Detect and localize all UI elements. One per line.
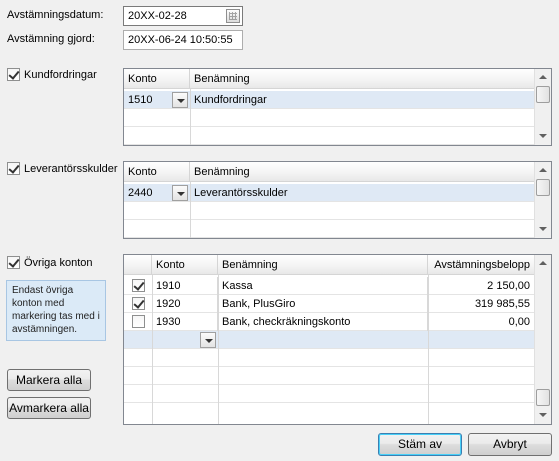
- table-row[interactable]: 1930 Bank, checkräkningskonto 0,00: [124, 313, 534, 331]
- column-divider: [218, 275, 219, 424]
- belopp-cell[interactable]: 2 150,00: [428, 277, 534, 295]
- scroll-down-icon[interactable]: [535, 221, 551, 238]
- column-header-benamning[interactable]: Benämning: [190, 69, 534, 89]
- table-row: [124, 109, 534, 127]
- table-row: [124, 127, 534, 145]
- benamning-cell: Bank, PlusGiro: [218, 295, 428, 313]
- table-row: [124, 220, 534, 238]
- column-divider: [152, 275, 153, 424]
- table-row: [124, 349, 534, 367]
- grid-header: Konto Benämning: [124, 162, 534, 182]
- column-divider: [190, 89, 191, 145]
- table-row: [124, 403, 534, 421]
- column-header-benamning[interactable]: Benämning: [218, 255, 428, 275]
- scroll-thumb[interactable]: [536, 86, 550, 103]
- column-header-konto[interactable]: Konto: [152, 255, 218, 275]
- konto-cell[interactable]: 1510: [124, 91, 172, 109]
- mark-all-button[interactable]: Markera alla: [7, 369, 91, 391]
- column-header-konto[interactable]: Konto: [124, 69, 190, 89]
- scrollbar[interactable]: [534, 162, 551, 238]
- scroll-up-icon[interactable]: [535, 69, 551, 86]
- benamning-cell: Bank, checkräkningskonto: [218, 313, 428, 331]
- unmark-all-button[interactable]: Avmarkera alla: [7, 397, 91, 419]
- konto-cell[interactable]: 2440: [124, 184, 172, 202]
- leverantorsskulder-grid: Konto Benämning 2440 Leverantörsskulder: [123, 161, 552, 239]
- column-header-benamning[interactable]: Benämning: [190, 162, 534, 182]
- kundfordringar-grid: Konto Benämning 1510 Kundfordringar: [123, 68, 552, 146]
- ovriga-konton-grid: Konto Benämning Avstämningsbelopp 1910 K…: [123, 254, 552, 425]
- column-divider: [190, 182, 191, 238]
- column-divider: [428, 275, 429, 424]
- reconcile-button[interactable]: Stäm av: [378, 433, 462, 456]
- belopp-cell[interactable]: 0,00: [428, 313, 534, 331]
- scroll-down-icon[interactable]: [535, 407, 551, 424]
- reconciliation-date-input[interactable]: 20XX-02-28: [123, 6, 243, 26]
- benamning-cell: Kundfordringar: [194, 94, 267, 106]
- kundfordringar-checkbox[interactable]: [7, 68, 20, 81]
- belopp-cell[interactable]: 319 985,55: [428, 295, 534, 313]
- konto-cell[interactable]: 1910: [152, 277, 218, 295]
- reconciliation-date-label: Avstämningsdatum:: [7, 9, 104, 21]
- table-row[interactable]: 2440 Leverantörsskulder: [124, 184, 534, 202]
- benamning-cell: Kassa: [218, 277, 428, 295]
- reconciliation-date-value: 20XX-02-28: [128, 10, 187, 22]
- column-header-select: [124, 255, 152, 275]
- row-checkbox[interactable]: [132, 279, 145, 292]
- scroll-down-icon[interactable]: [535, 128, 551, 145]
- reconciliation-done-field: 20XX-06-24 10:50:55: [123, 30, 243, 50]
- konto-cell[interactable]: 1930: [152, 313, 218, 331]
- scrollbar[interactable]: [534, 69, 551, 145]
- grid-header: Konto Benämning: [124, 69, 534, 89]
- kundfordringar-label: Kundfordringar: [24, 69, 97, 81]
- leverantorsskulder-label: Leverantörsskulder: [24, 163, 118, 175]
- calendar-icon[interactable]: [226, 9, 240, 23]
- scroll-thumb[interactable]: [536, 179, 550, 196]
- chevron-down-icon[interactable]: [172, 92, 188, 108]
- table-row: [124, 385, 534, 403]
- benamning-cell: Leverantörsskulder: [194, 187, 288, 199]
- table-row[interactable]: 1920 Bank, PlusGiro 319 985,55: [124, 295, 534, 313]
- scroll-up-icon[interactable]: [535, 162, 551, 179]
- row-checkbox[interactable]: [132, 297, 145, 310]
- grid-header: Konto Benämning Avstämningsbelopp: [124, 255, 534, 275]
- chevron-down-icon[interactable]: [172, 185, 188, 201]
- scroll-up-icon[interactable]: [535, 255, 551, 272]
- new-entry-row[interactable]: [124, 331, 534, 349]
- chevron-down-icon[interactable]: [200, 332, 216, 348]
- ovriga-info-box: Endast övriga konton med markering tas m…: [6, 280, 106, 341]
- row-checkbox[interactable]: [132, 315, 145, 328]
- ovriga-konton-label: Övriga konton: [24, 257, 93, 269]
- table-row: [124, 367, 534, 385]
- leverantorsskulder-checkbox[interactable]: [7, 162, 20, 175]
- scroll-thumb[interactable]: [536, 389, 550, 406]
- column-header-belopp[interactable]: Avstämningsbelopp: [428, 255, 534, 275]
- reconciliation-done-value: 20XX-06-24 10:50:55: [128, 34, 233, 46]
- table-row: [124, 202, 534, 220]
- reconciliation-done-label: Avstämning gjord:: [7, 33, 95, 45]
- table-row[interactable]: 1510 Kundfordringar: [124, 91, 534, 109]
- table-row[interactable]: 1910 Kassa 2 150,00: [124, 277, 534, 295]
- konto-cell[interactable]: 1920: [152, 295, 218, 313]
- ovriga-konton-checkbox[interactable]: [7, 256, 20, 269]
- column-header-konto[interactable]: Konto: [124, 162, 190, 182]
- cancel-button[interactable]: Avbryt: [468, 433, 552, 456]
- scrollbar[interactable]: [534, 255, 551, 424]
